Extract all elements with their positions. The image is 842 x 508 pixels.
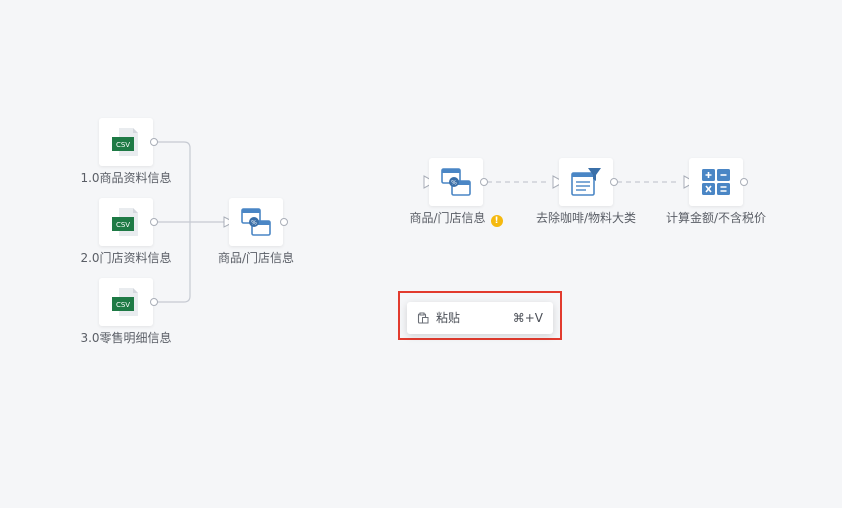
- join-icon: %: [441, 168, 471, 196]
- svg-text:CSV: CSV: [116, 141, 130, 149]
- svg-text:CSV: CSV: [116, 301, 130, 309]
- output-port[interactable]: [610, 178, 618, 186]
- join-node-right[interactable]: %: [429, 158, 488, 206]
- svg-text:%: %: [451, 180, 457, 187]
- csv-file-icon: CSV: [112, 288, 138, 316]
- csv-file-icon: CSV: [112, 208, 138, 236]
- calc-node-label: 计算金额/不含税价: [665, 211, 767, 225]
- output-port[interactable]: [280, 218, 288, 226]
- csv-node-1[interactable]: CSV: [99, 118, 158, 166]
- context-menu: 粘贴 ⌘+V: [407, 302, 553, 334]
- paste-shortcut: ⌘+V: [512, 311, 543, 325]
- paste-icon: [417, 312, 429, 324]
- filter-table-icon: [571, 168, 601, 196]
- output-port[interactable]: [480, 178, 488, 186]
- calc-node[interactable]: [689, 158, 748, 206]
- join-node-right-label: 商品/门店信息!: [396, 211, 516, 227]
- output-port[interactable]: [150, 298, 158, 306]
- join-icon: %: [241, 208, 271, 236]
- warning-icon[interactable]: !: [490, 215, 503, 227]
- output-port[interactable]: [150, 138, 158, 146]
- csv-file-icon: CSV: [112, 128, 138, 156]
- join-node-right-label-text: 商品/门店信息: [409, 211, 486, 225]
- paste-menu-item[interactable]: 粘贴 ⌘+V: [407, 302, 553, 334]
- join-node-left[interactable]: %: [229, 198, 288, 246]
- workflow-canvas[interactable]: CSV 1.0商品资料信息 CSV 2.0门店资料信息 CSV 3.0零售明细信…: [0, 0, 842, 508]
- csv-node-2[interactable]: CSV: [99, 198, 158, 246]
- paste-label: 粘贴: [436, 311, 461, 325]
- svg-text:CSV: CSV: [116, 221, 130, 229]
- svg-text:%: %: [251, 220, 257, 227]
- csv-node-3-label: 3.0零售明细信息: [80, 331, 172, 345]
- join-node-left-label: 商品/门店信息: [217, 251, 295, 265]
- filter-node-label: 去除咖啡/物料大类: [535, 211, 637, 225]
- calculator-icon: [702, 169, 730, 195]
- filter-node[interactable]: [559, 158, 618, 206]
- csv-node-3[interactable]: CSV: [99, 278, 158, 326]
- csv-node-2-label: 2.0门店资料信息: [80, 251, 172, 265]
- output-port[interactable]: [150, 218, 158, 226]
- csv-node-1-label: 1.0商品资料信息: [80, 171, 172, 185]
- output-port[interactable]: [740, 178, 748, 186]
